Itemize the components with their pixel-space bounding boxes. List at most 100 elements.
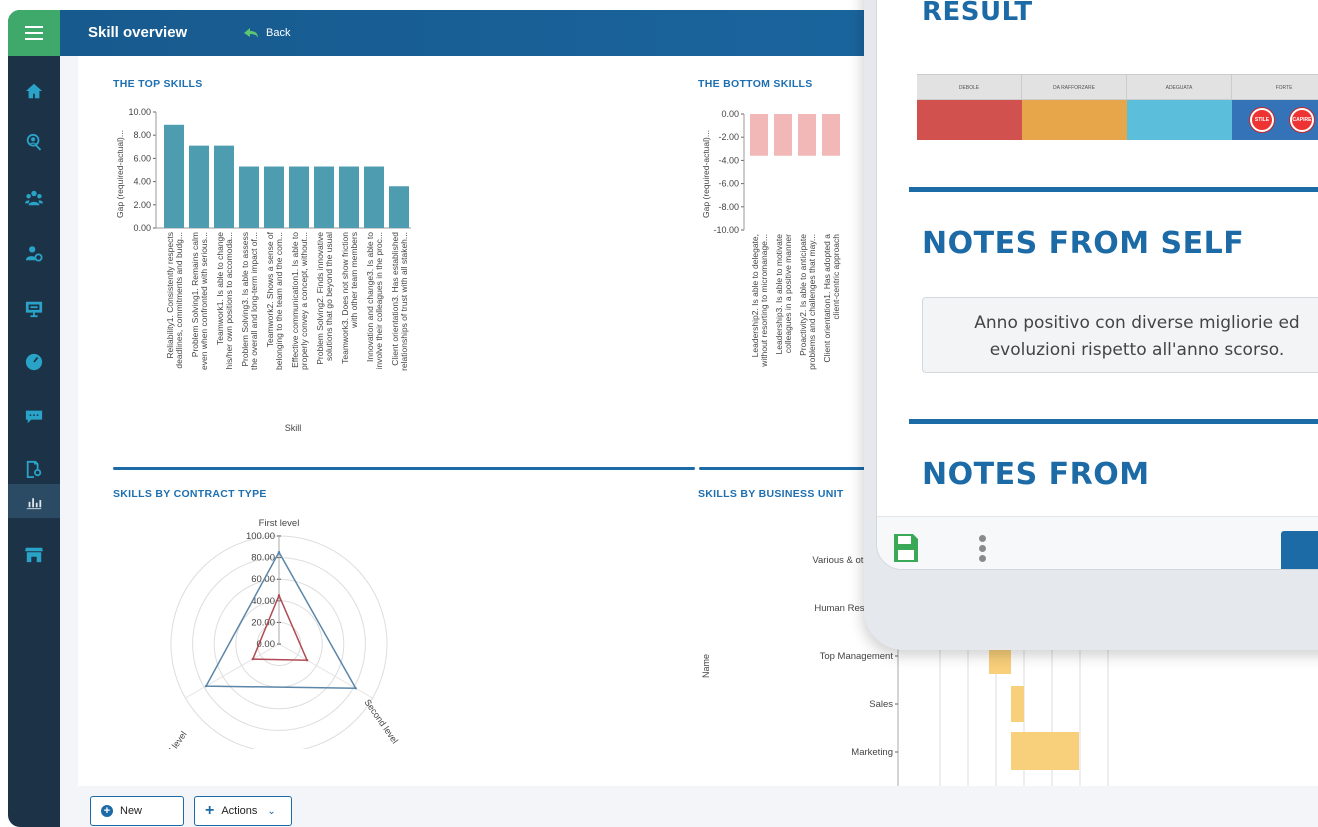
result-bar-da-rafforzare xyxy=(1022,100,1127,140)
y-tick-label: Sales xyxy=(869,699,893,710)
result-bars-row: STILE CAPIRE xyxy=(917,100,1318,140)
actions-button[interactable]: + Actions ⌄ xyxy=(194,796,292,826)
store-icon[interactable] xyxy=(8,537,60,571)
x-tick-label-group: Reliability1. Consistently respects deadl… xyxy=(165,232,184,369)
y-tick-label: 10.00 xyxy=(128,107,151,117)
new-label: New xyxy=(120,805,143,817)
sidebar xyxy=(8,10,60,827)
user-search-icon[interactable] xyxy=(8,125,60,159)
x-tick-label: the overall and long-term impact of... xyxy=(249,232,259,370)
x-tick-label: even when confronted with serious... xyxy=(199,232,209,370)
bar xyxy=(1011,686,1024,722)
bar xyxy=(798,114,816,156)
y-tick-label: -4.00 xyxy=(718,155,739,165)
x-tick-label: his/her own positions to accomoda... xyxy=(224,232,234,370)
bar xyxy=(364,166,384,228)
y-tick-label: -6.00 xyxy=(718,179,739,189)
more-options-icon[interactable] xyxy=(979,535,987,565)
y-tick-label: -8.00 xyxy=(718,202,739,212)
phone-screen: RESULT DEBOLE DA RAFFORZARE ADEGUATA FOR… xyxy=(876,0,1318,570)
notes-from-title: NOTES FROM xyxy=(922,457,1150,492)
radar-axis-label: First level xyxy=(259,518,300,529)
x-tick-label: problems and challenges that may... xyxy=(807,234,817,370)
bar xyxy=(289,166,309,228)
bar-chart-icon[interactable] xyxy=(8,484,60,518)
plus-icon: + xyxy=(205,802,215,819)
top-skills-title: THE TOP SKILLS xyxy=(113,78,203,90)
x-tick-label-group: Teamwork2. Shows a sense of belonging to … xyxy=(265,231,284,370)
r-tick-label: 60.00 xyxy=(251,574,275,585)
bar xyxy=(214,145,234,228)
chat-icon[interactable] xyxy=(8,399,60,433)
user-settings-icon[interactable] xyxy=(8,236,60,270)
presentation-icon[interactable] xyxy=(8,292,60,326)
radar-point xyxy=(277,594,281,597)
stamp-badge: CAPIRE xyxy=(1290,108,1314,132)
bar xyxy=(750,114,768,156)
x-tick-label-group: Innovation and change3. Is able to involv… xyxy=(365,232,384,370)
radar-spoke xyxy=(278,643,373,699)
result-header: DEBOLE xyxy=(917,75,1022,99)
chevron-down-icon: ⌄ xyxy=(267,805,276,817)
y-tick-label: 0.00 xyxy=(133,223,151,233)
radar-point xyxy=(277,551,281,554)
notes-line: Anno positivo con diverse migliorie ed xyxy=(974,313,1300,333)
new-button[interactable]: + New xyxy=(90,796,184,826)
y-tick-label: Marketing xyxy=(851,747,893,758)
y-axis-label: Gap (required-actual)... xyxy=(701,130,711,218)
bar xyxy=(389,186,409,228)
x-tick-label: client-centric approach xyxy=(831,234,841,320)
result-bar-debole xyxy=(917,100,1022,140)
y-tick-label: 6.00 xyxy=(133,153,151,163)
radar-point xyxy=(204,684,208,688)
bar xyxy=(774,114,792,156)
x-tick-label: deadlines, commitments and budg... xyxy=(174,232,184,369)
contract-type-title: SKILLS BY CONTRACT TYPE xyxy=(113,488,267,500)
report-search-icon[interactable] xyxy=(8,452,60,486)
plus-circle-icon: + xyxy=(101,805,113,817)
x-tick-label-group: Problem Solving2. Finds innovative soluti… xyxy=(315,232,334,365)
x-tick-label-group: Proactivity2. Is able to anticipate probl… xyxy=(798,234,817,370)
bar xyxy=(822,114,840,156)
x-tick-label: without resorting to micromanage... xyxy=(759,234,769,368)
notes-self-text: Anno positivo con diverse migliorie ed e… xyxy=(922,297,1318,373)
bottom-skills-title: THE BOTTOM SKILLS xyxy=(698,78,813,90)
y-tick-label: 4.00 xyxy=(133,177,151,187)
section-separator xyxy=(909,419,1318,424)
bar xyxy=(314,166,334,228)
bar xyxy=(239,166,259,228)
y-tick-label: Top Management xyxy=(820,651,894,662)
section-separator xyxy=(113,467,695,470)
phone-toolbar xyxy=(877,516,1318,569)
x-tick-label-group: Problem Solving3. Is able to assess the o… xyxy=(240,232,259,370)
result-title: RESULT xyxy=(922,0,1033,27)
bar xyxy=(264,166,284,228)
r-tick-label: 80.00 xyxy=(251,553,275,564)
x-tick-label-group: Client orientation1. Has adopted a client… xyxy=(822,234,841,363)
x-tick-label-group: Client orientation3. Has established rela… xyxy=(390,232,409,371)
r-tick-label: 20.00 xyxy=(251,617,275,628)
radar-axis-label: Second level xyxy=(362,697,400,745)
back-button[interactable]: Back xyxy=(244,27,290,39)
y-tick-label: -10.00 xyxy=(713,225,739,235)
team-icon[interactable] xyxy=(8,181,60,215)
save-icon[interactable] xyxy=(893,533,919,563)
notes-line: evoluzioni rispetto all'anno scorso. xyxy=(989,340,1285,360)
hamburger-menu-icon[interactable] xyxy=(8,10,60,56)
back-label: Back xyxy=(266,27,291,39)
x-tick-label: properly convey a concept, without... xyxy=(299,232,309,370)
bar xyxy=(1011,732,1079,770)
gauge-icon[interactable] xyxy=(8,345,60,379)
x-tick-label: colleagues in a positive manner xyxy=(783,234,793,353)
x-tick-label: relationships of trust with all stakeh..… xyxy=(399,232,409,371)
radar-point xyxy=(251,657,255,661)
y-tick-label: 2.00 xyxy=(133,200,151,210)
home-icon[interactable] xyxy=(8,74,60,108)
x-tick-label-group: Teamwork3. Does not show friction with ot… xyxy=(340,232,359,364)
x-tick-label-group: Leadership2. Is able to delegate, without… xyxy=(750,234,769,368)
x-tick-label-group: Problem Solving1. Remains calm even when … xyxy=(190,232,209,370)
radar-point xyxy=(354,687,357,690)
result-header: FORTE xyxy=(1232,75,1318,99)
radar-axis-label: Third level xyxy=(158,729,189,749)
phone-primary-button[interactable] xyxy=(1281,531,1318,569)
